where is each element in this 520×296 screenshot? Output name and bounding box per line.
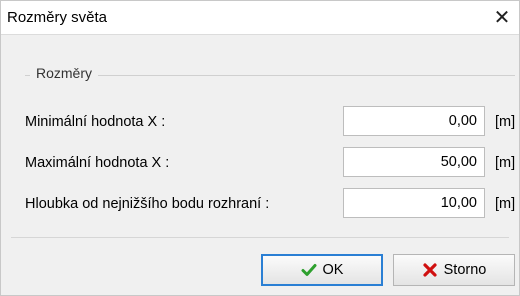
title-bar: Rozměry světa ✕ xyxy=(1,1,519,35)
depth-label: Hloubka od nejnižšího bodu rozhraní : xyxy=(25,196,270,212)
depth-input[interactable]: 10,00 xyxy=(343,188,485,218)
max-x-label: Maximální hodnota X : xyxy=(25,155,170,171)
close-icon: ✕ xyxy=(493,7,511,29)
cancel-label: Storno xyxy=(443,262,487,278)
field-row-max-x: Maximální hodnota X : 50,00 [m] xyxy=(1,147,519,179)
min-x-input[interactable]: 0,00 xyxy=(343,106,485,136)
ok-button[interactable]: OK xyxy=(261,254,383,286)
group-box-line xyxy=(25,75,515,76)
min-x-unit: [m] xyxy=(495,114,516,130)
window-title: Rozměry světa xyxy=(7,9,108,26)
cancel-button[interactable]: Storno xyxy=(393,254,515,286)
field-row-depth: Hloubka od nejnižšího bodu rozhraní : 10… xyxy=(1,188,519,220)
check-icon xyxy=(301,264,317,276)
max-x-unit: [m] xyxy=(495,155,516,171)
ok-label: OK xyxy=(322,262,344,278)
max-x-input[interactable]: 50,00 xyxy=(343,147,485,177)
depth-unit: [m] xyxy=(495,196,516,212)
group-legend: Rozměry xyxy=(30,65,99,81)
dialog-window: Rozměry světa ✕ Rozměry Minimální hodnot… xyxy=(0,0,520,296)
x-icon xyxy=(423,263,437,277)
min-x-label: Minimální hodnota X : xyxy=(25,114,166,130)
field-row-min-x: Minimální hodnota X : 0,00 [m] xyxy=(1,106,519,138)
separator xyxy=(11,237,509,238)
close-button[interactable]: ✕ xyxy=(485,1,519,34)
